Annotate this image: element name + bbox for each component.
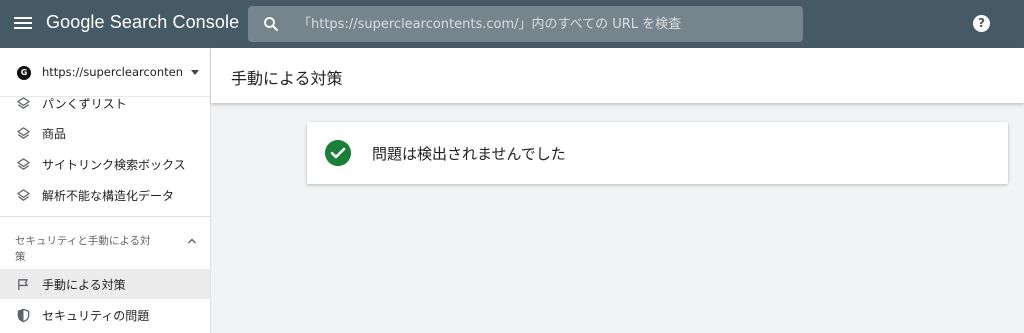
- sidebar-divider: [0, 216, 210, 217]
- search-input[interactable]: [290, 6, 790, 42]
- sidebar-item-products[interactable]: 商品: [0, 118, 210, 148]
- sidebar-item-label: サイトリンク検索ボックス: [42, 158, 186, 172]
- sidebar-item-label: 手動による対策: [42, 278, 126, 292]
- check-circle-icon: [325, 140, 351, 166]
- layers-icon: [17, 189, 30, 201]
- status-message: 問題は検出されませんでした: [372, 145, 566, 163]
- chevron-up-icon: [188, 238, 196, 244]
- sidebar-item-breadcrumbs[interactable]: パンくずリスト: [0, 88, 210, 118]
- page-header: 手動による対策: [211, 48, 1024, 103]
- section-title: セキュリティと手動による対: [15, 235, 151, 247]
- app-title[interactable]: Google Search Console: [46, 12, 239, 33]
- sidebar-item-label: セキュリティの問題: [42, 309, 150, 323]
- sidebar-item-label: 解析不能な構造化データ: [42, 189, 175, 203]
- property-url: https://superclearcontents.c...: [42, 65, 182, 79]
- section-header-security-manual-actions[interactable]: セキュリティと手動による対 策: [0, 223, 210, 265]
- flag-icon: [18, 279, 28, 291]
- sidebar: G https://superclearcontents.c... パンくずリス…: [0, 48, 211, 333]
- top-app-bar: Google Search Console ?: [0, 0, 1024, 48]
- page-title: 手動による対策: [231, 69, 343, 88]
- layers-icon: [17, 127, 30, 139]
- search-icon: [264, 17, 278, 31]
- url-inspection-search[interactable]: [248, 6, 803, 42]
- dropdown-caret-icon: [191, 70, 199, 75]
- property-favicon: G: [17, 66, 31, 80]
- sidebar-item-sitelinks-searchbox[interactable]: サイトリンク検索ボックス: [0, 149, 210, 179]
- sidebar-item-unparsable-structured-data[interactable]: 解析不能な構造化データ: [0, 180, 210, 210]
- sidebar-item-manual-actions[interactable]: 手動による対策: [0, 269, 210, 299]
- help-icon[interactable]: ?: [973, 15, 990, 32]
- section-title-continued: 策: [15, 251, 26, 263]
- shield-icon: [17, 308, 30, 323]
- sidebar-item-label: パンくずリスト: [42, 97, 127, 111]
- layers-icon: [17, 158, 30, 170]
- sidebar-item-security-issues[interactable]: セキュリティの問題: [0, 300, 210, 330]
- status-card: 問題は検出されませんでした: [307, 122, 1008, 184]
- menu-icon[interactable]: [14, 14, 32, 34]
- layers-icon: [17, 97, 30, 109]
- sidebar-item-label: 商品: [42, 127, 67, 141]
